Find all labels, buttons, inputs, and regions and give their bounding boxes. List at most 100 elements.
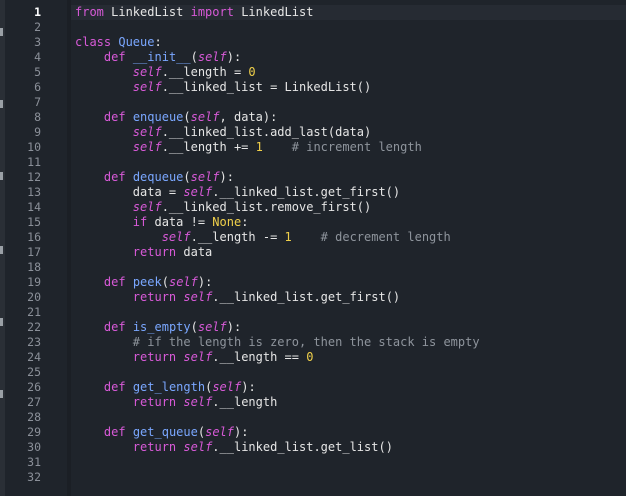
line-number: 22 [27, 320, 41, 334]
code-line[interactable]: if data != None: [75, 215, 249, 230]
code-token: self [183, 290, 213, 304]
code-line[interactable]: self.__linked_list = LinkedList() [75, 80, 371, 95]
code-token: ( [183, 170, 191, 184]
code-line[interactable]: def is_empty(self): [75, 320, 241, 335]
code-token: return [132, 350, 177, 364]
code-line[interactable]: self.__linked_list.remove_first() [75, 200, 371, 215]
line-number: 9 [34, 125, 41, 139]
code-token: ): [234, 425, 249, 439]
panel-edge-marker [0, 28, 3, 36]
code-token: .__linked_list.get_first() [212, 185, 401, 199]
code-token: return [132, 440, 177, 454]
code-token: .__length [212, 395, 278, 409]
code-token: self [212, 380, 242, 394]
code-token: return [132, 245, 177, 259]
line-number: 7 [34, 95, 41, 109]
code-line[interactable]: def dequeue(self): [75, 170, 234, 185]
code-line[interactable]: class Queue: [75, 35, 162, 50]
code-line[interactable]: return self.__linked_list.get_list() [75, 440, 393, 455]
code-token: class [75, 35, 112, 49]
line-number: 32 [27, 470, 41, 484]
code-token: enqueue [132, 110, 184, 124]
line-number: 21 [27, 305, 41, 319]
code-token: .__length = [161, 65, 249, 79]
line-number: 11 [27, 155, 41, 169]
line-number: 24 [27, 350, 41, 364]
code-token: data = [75, 185, 184, 199]
code-line[interactable]: def get_queue(self): [75, 425, 249, 440]
code-token: ): [241, 380, 256, 394]
code-line[interactable]: def peek(self): [75, 275, 212, 290]
code-token: self [183, 440, 213, 454]
code-token: get_length [132, 380, 206, 394]
code-token: ): [197, 275, 213, 289]
code-token: # if the length is zero, then the stack … [132, 335, 480, 349]
line-number: 1 [34, 5, 41, 19]
code-line[interactable]: self.__length += 1 # increment length [75, 140, 422, 155]
code-token: LinkedList [103, 5, 191, 19]
code-line[interactable]: from LinkedList import LinkedList [75, 5, 313, 20]
line-number: 25 [27, 365, 41, 379]
code-line[interactable]: return self.__linked_list.get_first() [75, 290, 400, 305]
code-token: .__linked_list.add_last(data) [161, 125, 372, 139]
code-token: return [132, 290, 177, 304]
code-token: .__linked_list = LinkedList() [161, 80, 372, 94]
code-token: .__length == [212, 350, 307, 364]
code-line[interactable]: return self.__length [75, 395, 278, 410]
code-token: ): [226, 320, 242, 334]
code-token: self [132, 200, 162, 214]
code-line[interactable]: def __init__(self): [75, 50, 241, 65]
code-line[interactable]: # if the length is zero, then the stack … [75, 335, 480, 350]
code-token: self [183, 395, 213, 409]
code-token: , data): [219, 110, 278, 124]
code-token: .__linked_list.get_first() [212, 290, 401, 304]
code-line[interactable]: def get_length(self): [75, 380, 256, 395]
line-number: 4 [34, 50, 41, 64]
code-token: self [132, 125, 162, 139]
code-token: def [103, 110, 126, 124]
code-token: peek [132, 275, 162, 289]
line-number: 10 [27, 140, 41, 154]
line-number: 8 [34, 110, 41, 124]
line-number: 28 [27, 410, 41, 424]
code-token: 1 [284, 230, 292, 244]
code-token: Queue [118, 35, 155, 49]
code-line[interactable]: self.__length = 0 [75, 65, 256, 80]
code-token: ( [197, 425, 206, 439]
line-number: 30 [27, 440, 41, 454]
code-token: return [132, 395, 177, 409]
code-token: self [205, 425, 234, 439]
panel-edge-marker [0, 318, 3, 326]
code-token: .__linked_list.get_list() [212, 440, 393, 454]
code-token: from [75, 5, 104, 19]
line-number: 20 [27, 290, 41, 304]
code-token: if [132, 215, 148, 229]
line-number: 27 [27, 395, 41, 409]
panel-edge-marker [0, 246, 3, 254]
code-line[interactable]: return data [75, 245, 212, 260]
line-number: 14 [27, 200, 41, 214]
code-token: ( [161, 275, 169, 289]
code-line[interactable]: data = self.__linked_list.get_first() [75, 185, 400, 200]
line-number: 6 [34, 80, 41, 94]
panel-edge-marker [0, 100, 3, 108]
code-line[interactable]: self.__linked_list.add_last(data) [75, 125, 371, 140]
line-number: 3 [34, 35, 41, 49]
code-line[interactable]: self.__length -= 1 # decrement length [75, 230, 451, 245]
code-line[interactable]: return self.__length == 0 [75, 350, 314, 365]
code-line[interactable]: def enqueue(self, data): [75, 110, 277, 125]
code-token: def [103, 425, 126, 439]
